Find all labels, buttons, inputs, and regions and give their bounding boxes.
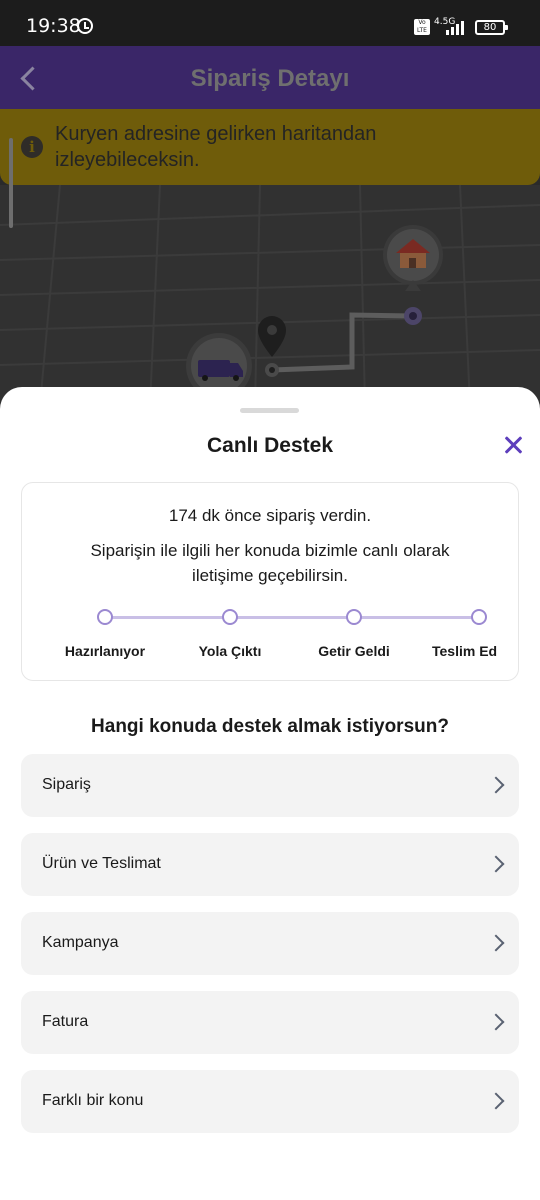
support-question-title: Hangi konuda destek almak istiyorsun? [91,716,449,737]
header: Sipariş Detayı [0,46,540,109]
chevron-right-icon [487,1092,505,1110]
step-dot-preparing [97,609,113,625]
topic-item-campaign[interactable]: Kampanya [21,912,519,975]
topic-label: Farklı bir konu [42,1092,144,1109]
volte-icon: Vo LTE [414,19,430,35]
info-banner: i Kuryen adresine gelirken haritandan iz… [0,109,540,185]
chevron-right-icon [487,934,505,952]
location-pin-icon [258,316,286,357]
topic-label: Sipariş [42,776,91,793]
topic-label: Ürün ve Teslimat [42,855,161,872]
order-status-card: 174 dk önce sipariş verdin. Siparişin il… [21,482,519,681]
topic-label: Fatura [42,1013,89,1030]
chevron-right-icon [487,776,505,794]
drag-handle[interactable] [240,408,299,413]
house-icon [383,225,443,291]
map-canvas [0,185,540,405]
order-support-text: Siparişin ile ilgili her konuda bizimle … [90,541,450,585]
scroll-indicator [9,138,13,228]
topic-item-product-delivery[interactable]: Ürün ve Teslimat [21,833,519,896]
step-dot-on-the-way [222,609,238,625]
info-icon: i [21,136,43,158]
map[interactable] [0,185,540,405]
chevron-right-icon [487,855,505,873]
step-dot-arrived [346,609,362,625]
chevron-right-icon [487,1013,505,1031]
step-label-arrived: Getir Geldi [318,643,390,659]
signal-icon [446,20,470,35]
page-title: Sipariş Detayı [190,65,350,92]
topic-item-invoice[interactable]: Fatura [21,991,519,1054]
status-bar: 19:38 Vo LTE 4.5G 80 [0,0,540,46]
status-time: 19:38 [26,15,81,37]
order-time-text: 174 dk önce sipariş verdin. [168,506,372,525]
topic-item-order[interactable]: Sipariş [21,754,519,817]
battery-icon: 80 [475,20,508,35]
topic-label: Kampanya [42,934,119,951]
step-dot-delivered [471,609,487,625]
topic-item-other[interactable]: Farklı bir konu [21,1070,519,1133]
live-support-sheet: Canlı Destek 174 dk önce sipariş verdin.… [0,387,540,1200]
step-label-on-the-way: Yola Çıktı [198,643,262,659]
step-label-preparing: Hazırlanıyor [64,643,146,659]
alarm-icon [77,18,93,34]
route-line [271,312,414,373]
progress-track [105,616,480,619]
close-icon[interactable] [500,432,526,458]
info-banner-text: Kuryen adresine gelirken haritandan izle… [55,123,377,171]
sheet-title: Canlı Destek [206,434,334,457]
step-label-delivered: Teslim Ed [432,643,498,659]
